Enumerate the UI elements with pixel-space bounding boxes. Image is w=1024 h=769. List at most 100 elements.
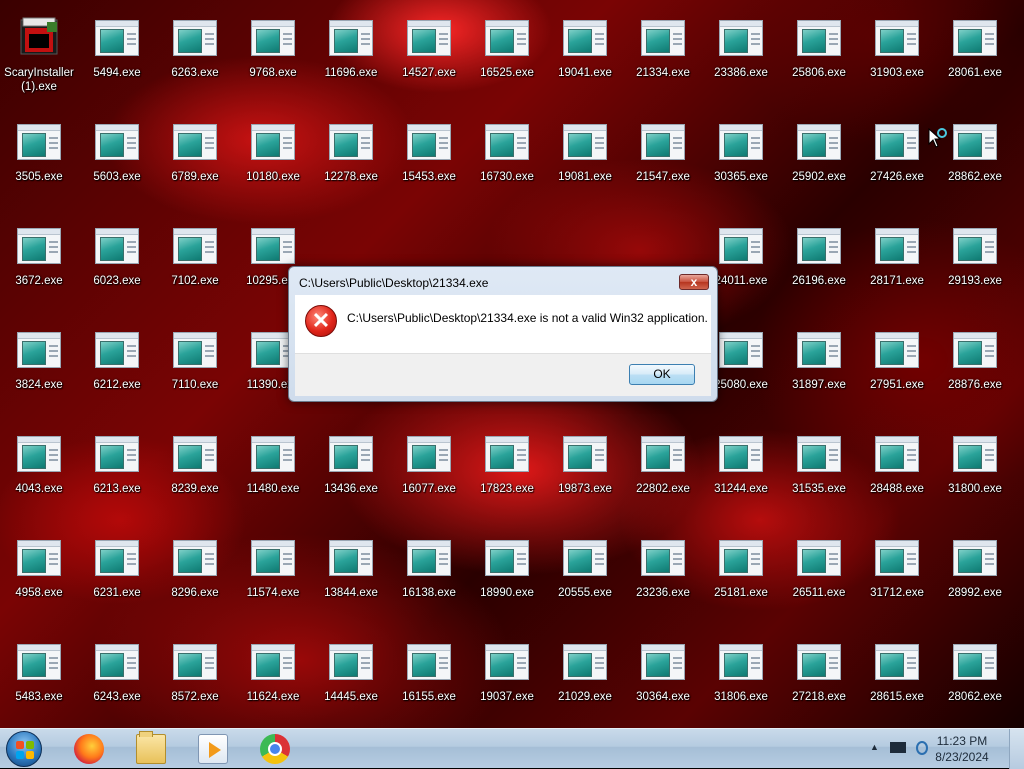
desktop-icon[interactable]: 13436.exe bbox=[313, 424, 389, 524]
desktop-icon[interactable]: 27426.exe bbox=[859, 112, 935, 212]
ok-button[interactable]: OK bbox=[629, 364, 695, 385]
desktop-icon[interactable]: 31244.exe bbox=[703, 424, 779, 524]
dialog-close-button[interactable]: x bbox=[679, 274, 709, 290]
desktop-icon[interactable]: 7102.exe bbox=[157, 216, 233, 316]
desktop-icon[interactable]: 25806.exe bbox=[781, 8, 857, 108]
desktop-icon[interactable]: 8296.exe bbox=[157, 528, 233, 628]
desktop-icon[interactable]: 28876.exe bbox=[937, 320, 1013, 420]
desktop-icon[interactable]: 23236.exe bbox=[625, 528, 701, 628]
desktop-icon[interactable]: 30365.exe bbox=[703, 112, 779, 212]
desktop-icon-label: 8239.exe bbox=[171, 483, 219, 495]
desktop-icon[interactable]: 6263.exe bbox=[157, 8, 233, 108]
desktop-icon[interactable]: 28862.exe bbox=[937, 112, 1013, 212]
desktop-icon[interactable]: 9768.exe bbox=[235, 8, 311, 108]
desktop-icon[interactable]: 11480.exe bbox=[235, 424, 311, 524]
desktop-icon[interactable]: 6023.exe bbox=[79, 216, 155, 316]
desktop-icon[interactable]: 16155.exe bbox=[391, 632, 467, 728]
desktop-icon[interactable]: 13844.exe bbox=[313, 528, 389, 628]
desktop-icon[interactable]: 19037.exe bbox=[469, 632, 545, 728]
desktop-icon[interactable]: 6213.exe bbox=[79, 424, 155, 524]
desktop-icon[interactable]: 3672.exe bbox=[1, 216, 77, 316]
clock[interactable]: 11:23 PM 8/23/2024 bbox=[922, 733, 1002, 765]
desktop-icon[interactable]: 25902.exe bbox=[781, 112, 857, 212]
desktop-icon[interactable]: 21547.exe bbox=[625, 112, 701, 212]
desktop-icon[interactable]: 6789.exe bbox=[157, 112, 233, 212]
clock-date: 8/23/2024 bbox=[935, 750, 989, 764]
desktop-icon[interactable]: 11574.exe bbox=[235, 528, 311, 628]
desktop-icon[interactable]: 25181.exe bbox=[703, 528, 779, 628]
media-player-icon bbox=[198, 734, 228, 764]
exe-file-icon bbox=[173, 124, 217, 160]
desktop-icon[interactable]: 28061.exe bbox=[937, 8, 1013, 108]
desktop-icon-label: 9768.exe bbox=[249, 67, 297, 79]
desktop-icon[interactable]: 16730.exe bbox=[469, 112, 545, 212]
desktop-icon[interactable]: 21334.exe bbox=[625, 8, 701, 108]
desktop-icon[interactable]: 4958.exe bbox=[1, 528, 77, 628]
desktop-icon[interactable]: 12278.exe bbox=[313, 112, 389, 212]
desktop-icon[interactable]: 31806.exe bbox=[703, 632, 779, 728]
desktop-icon[interactable]: 6231.exe bbox=[79, 528, 155, 628]
desktop-icon[interactable]: 27951.exe bbox=[859, 320, 935, 420]
desktop-icon[interactable]: 31800.exe bbox=[937, 424, 1013, 524]
desktop-icon[interactable]: 16525.exe bbox=[469, 8, 545, 108]
desktop-icon[interactable]: 11624.exe bbox=[235, 632, 311, 728]
desktop-icon[interactable]: 21029.exe bbox=[547, 632, 623, 728]
desktop-icon[interactable]: 17823.exe bbox=[469, 424, 545, 524]
desktop-icon[interactable]: 22802.exe bbox=[625, 424, 701, 524]
desktop-icon[interactable]: 31903.exe bbox=[859, 8, 935, 108]
exe-file-icon bbox=[953, 20, 997, 56]
desktop-icon[interactable]: 29193.exe bbox=[937, 216, 1013, 316]
desktop-icon[interactable]: 26196.exe bbox=[781, 216, 857, 316]
taskbar-firefox-button[interactable] bbox=[62, 731, 116, 767]
desktop-icon[interactable]: 14527.exe bbox=[391, 8, 467, 108]
desktop-icon[interactable]: 4043.exe bbox=[1, 424, 77, 524]
desktop-icon[interactable]: 5494.exe bbox=[79, 8, 155, 108]
desktop-icon[interactable]: 14445.exe bbox=[313, 632, 389, 728]
desktop-icon-label: 31800.exe bbox=[948, 483, 1002, 495]
desktop-icon[interactable]: 18990.exe bbox=[469, 528, 545, 628]
desktop-icon[interactable]: 20555.exe bbox=[547, 528, 623, 628]
desktop-icon[interactable]: 19873.exe bbox=[547, 424, 623, 524]
desktop-icon[interactable]: 26511.exe bbox=[781, 528, 857, 628]
desktop-icon[interactable]: 6243.exe bbox=[79, 632, 155, 728]
desktop-icon[interactable]: 7110.exe bbox=[157, 320, 233, 420]
desktop-icon[interactable]: 28062.exe bbox=[937, 632, 1013, 728]
desktop-icon[interactable]: ScaryInstaller (1).exe bbox=[1, 8, 77, 108]
desktop-icon[interactable]: 8572.exe bbox=[157, 632, 233, 728]
desktop-icon[interactable]: 19081.exe bbox=[547, 112, 623, 212]
desktop-icon[interactable]: 3824.exe bbox=[1, 320, 77, 420]
exe-file-icon bbox=[719, 436, 763, 472]
show-desktop-button[interactable] bbox=[1009, 729, 1024, 769]
desktop-icon-label: 25902.exe bbox=[792, 171, 846, 183]
desktop-icon[interactable]: 15453.exe bbox=[391, 112, 467, 212]
show-hidden-icons-button[interactable]: ▲ bbox=[870, 742, 879, 752]
desktop-icon[interactable]: 16077.exe bbox=[391, 424, 467, 524]
desktop-icon-label: 6023.exe bbox=[93, 275, 141, 287]
desktop-icon[interactable]: 5483.exe bbox=[1, 632, 77, 728]
desktop-icon[interactable]: 19041.exe bbox=[547, 8, 623, 108]
desktop-icon[interactable]: 10180.exe bbox=[235, 112, 311, 212]
desktop-icon[interactable]: 6212.exe bbox=[79, 320, 155, 420]
desktop-icon[interactable]: 3505.exe bbox=[1, 112, 77, 212]
display-icon[interactable] bbox=[890, 742, 906, 753]
desktop-icon[interactable]: 28615.exe bbox=[859, 632, 935, 728]
desktop-icon[interactable]: 23386.exe bbox=[703, 8, 779, 108]
desktop-icon[interactable]: 31897.exe bbox=[781, 320, 857, 420]
exe-file-icon bbox=[797, 540, 841, 576]
desktop-icon[interactable]: 16138.exe bbox=[391, 528, 467, 628]
desktop-icon[interactable]: 27218.exe bbox=[781, 632, 857, 728]
taskbar-chrome-button[interactable] bbox=[248, 731, 302, 767]
desktop-icon[interactable]: 31535.exe bbox=[781, 424, 857, 524]
desktop-icon-label: 27951.exe bbox=[870, 379, 924, 391]
taskbar-explorer-button[interactable] bbox=[124, 731, 178, 767]
desktop-icon[interactable]: 31712.exe bbox=[859, 528, 935, 628]
desktop-icon[interactable]: 28992.exe bbox=[937, 528, 1013, 628]
start-button[interactable] bbox=[6, 731, 42, 767]
desktop-icon[interactable]: 28171.exe bbox=[859, 216, 935, 316]
desktop-icon[interactable]: 11696.exe bbox=[313, 8, 389, 108]
desktop-icon[interactable]: 30364.exe bbox=[625, 632, 701, 728]
desktop-icon[interactable]: 8239.exe bbox=[157, 424, 233, 524]
desktop-icon[interactable]: 28488.exe bbox=[859, 424, 935, 524]
taskbar-media-player-button[interactable] bbox=[186, 731, 240, 767]
desktop-icon[interactable]: 5603.exe bbox=[79, 112, 155, 212]
